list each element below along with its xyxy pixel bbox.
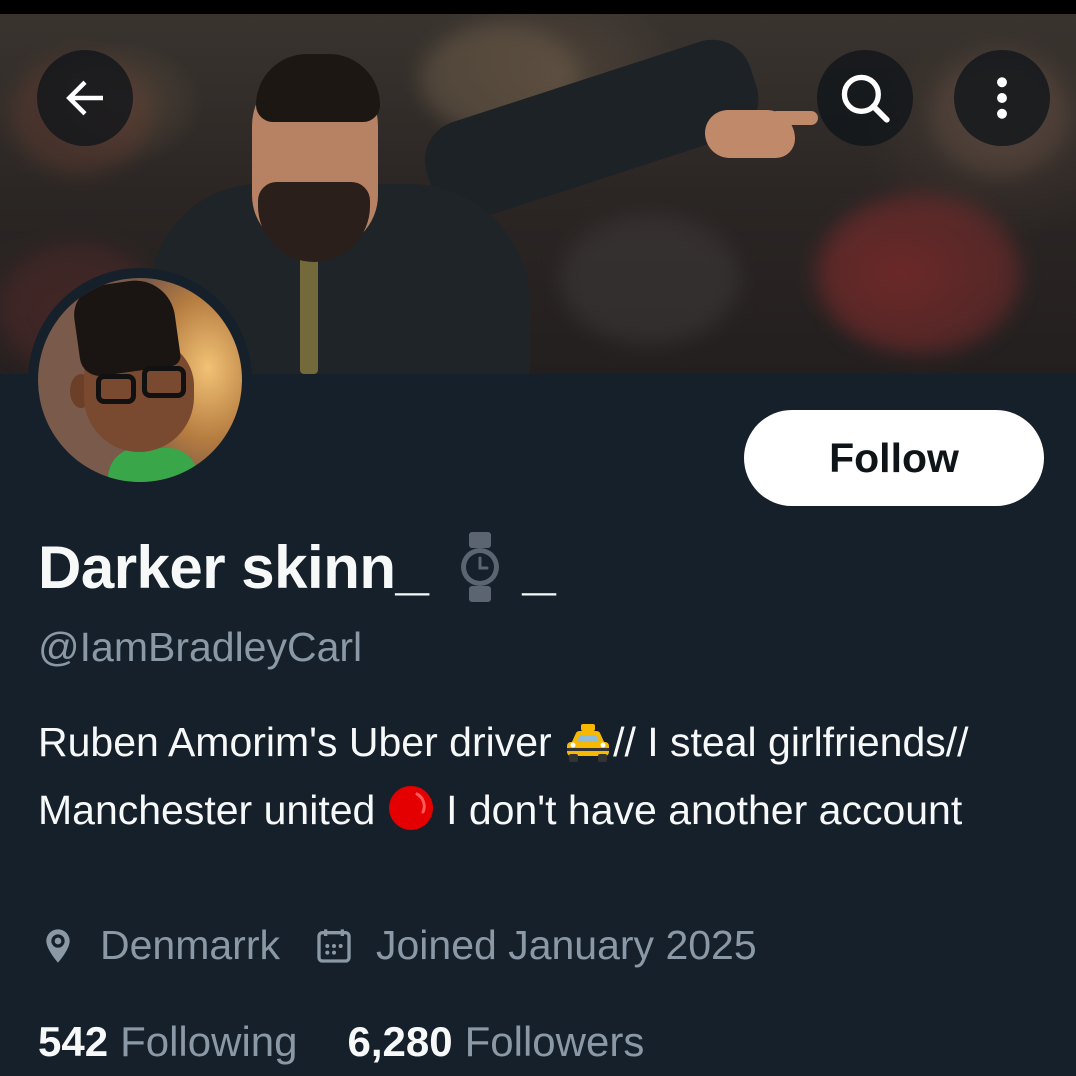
crowd-blur bbox=[560, 214, 740, 344]
arrow-left-icon bbox=[66, 80, 103, 116]
more-vertical-icon bbox=[997, 77, 1007, 119]
follow-button[interactable]: Follow bbox=[744, 410, 1044, 506]
profile-avatar[interactable] bbox=[28, 268, 252, 492]
calendar-icon bbox=[317, 928, 351, 963]
back-button[interactable] bbox=[37, 50, 133, 146]
location-pin-icon bbox=[46, 928, 70, 963]
more-button[interactable] bbox=[954, 50, 1050, 146]
following-count: 542 bbox=[38, 1018, 109, 1065]
joined-text: Joined January 2025 bbox=[375, 922, 757, 968]
avatar-image bbox=[38, 278, 242, 482]
avatar-glasses-right bbox=[142, 366, 186, 398]
coach-zipper bbox=[300, 254, 318, 374]
coach-hair bbox=[256, 54, 380, 122]
search-button[interactable] bbox=[817, 50, 913, 146]
avatar-shirt bbox=[108, 448, 198, 482]
followers-count: 6,280 bbox=[347, 1018, 453, 1065]
crowd-blur bbox=[820, 194, 1020, 354]
following-label: Following bbox=[120, 1018, 298, 1065]
search-icon bbox=[841, 74, 890, 123]
avatar-hair bbox=[70, 278, 182, 379]
follow-stats: 542 Following 6,280 Followers bbox=[38, 1018, 644, 1066]
status-bar bbox=[0, 0, 1076, 14]
watch-icon bbox=[458, 532, 502, 602]
followers-label: Followers bbox=[464, 1018, 645, 1065]
joined-item: Joined January 2025 bbox=[314, 922, 757, 969]
following-link[interactable]: 542 Following bbox=[38, 1018, 298, 1066]
avatar-glasses-left bbox=[96, 374, 136, 404]
coach-finger bbox=[770, 111, 818, 125]
taxi-icon bbox=[563, 720, 613, 780]
user-handle: @IamBradleyCarl bbox=[38, 624, 363, 670]
display-name: Darker skinn_ _ bbox=[38, 532, 556, 602]
followers-link[interactable]: 6,280 Followers bbox=[348, 1018, 645, 1066]
bio-text-3: I don't have another account bbox=[434, 787, 963, 833]
location-item: Denmarrk bbox=[38, 922, 280, 969]
profile-meta: Denmarrk Joined January 2025 bbox=[38, 922, 757, 969]
red-circle-icon bbox=[387, 784, 435, 848]
location-text: Denmarrk bbox=[100, 922, 280, 968]
display-name-suffix: _ bbox=[522, 533, 556, 601]
display-name-text: Darker skinn_ bbox=[38, 533, 429, 601]
bio-text-1: Ruben Amorim's Uber driver bbox=[38, 719, 564, 765]
profile-bio: Ruben Amorim's Uber driver // I steal gi… bbox=[38, 712, 1038, 848]
